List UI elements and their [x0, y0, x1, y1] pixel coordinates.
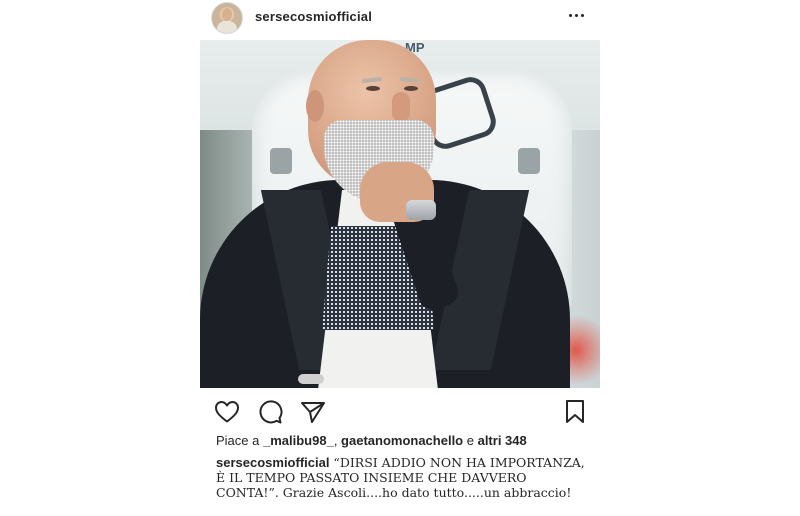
seat-badge-left [270, 148, 292, 174]
man-nose [392, 92, 410, 122]
post-caption: sersecosmiofficial “DIRSI ADDIO NON HA I… [216, 455, 591, 500]
liker-link[interactable]: _malibu98_ [263, 433, 334, 448]
man-ear [306, 90, 324, 122]
likes-separator: , [333, 433, 342, 448]
avatar-head [222, 8, 232, 21]
post-header: sersecosmiofficial [200, 0, 600, 40]
instagram-post: sersecosmiofficial MP Piace a _malibu98_… [200, 0, 600, 516]
liker-link[interactable]: gaetanomonachello [341, 433, 463, 448]
comment-icon[interactable] [256, 399, 284, 425]
bracelet [298, 374, 324, 384]
man-eye-left [366, 86, 380, 91]
heart-icon[interactable] [213, 399, 241, 425]
post-username[interactable]: sersecosmiofficial [255, 9, 372, 24]
seat-badge-right [518, 148, 540, 174]
post-photo[interactable]: MP [200, 40, 600, 388]
avatar-shirt [217, 21, 237, 33]
likes-summary: Piace a _malibu98_, gaetanomonachello e … [216, 433, 527, 448]
paper-plane-icon[interactable] [299, 399, 327, 425]
likes-connector: e [463, 433, 478, 448]
more-dot [574, 13, 578, 17]
man-eye-right [404, 86, 418, 91]
wristwatch [406, 200, 436, 220]
more-dot [568, 13, 572, 17]
caption-username[interactable]: sersecosmiofficial [216, 455, 329, 470]
likes-prefix: Piace a [216, 433, 263, 448]
other-likes-link[interactable]: altri 348 [478, 433, 527, 448]
post-actions [200, 395, 600, 429]
more-dot [580, 13, 584, 17]
bookmark-icon[interactable] [561, 399, 589, 425]
profile-avatar[interactable] [211, 2, 243, 34]
more-options-icon[interactable] [562, 4, 590, 26]
